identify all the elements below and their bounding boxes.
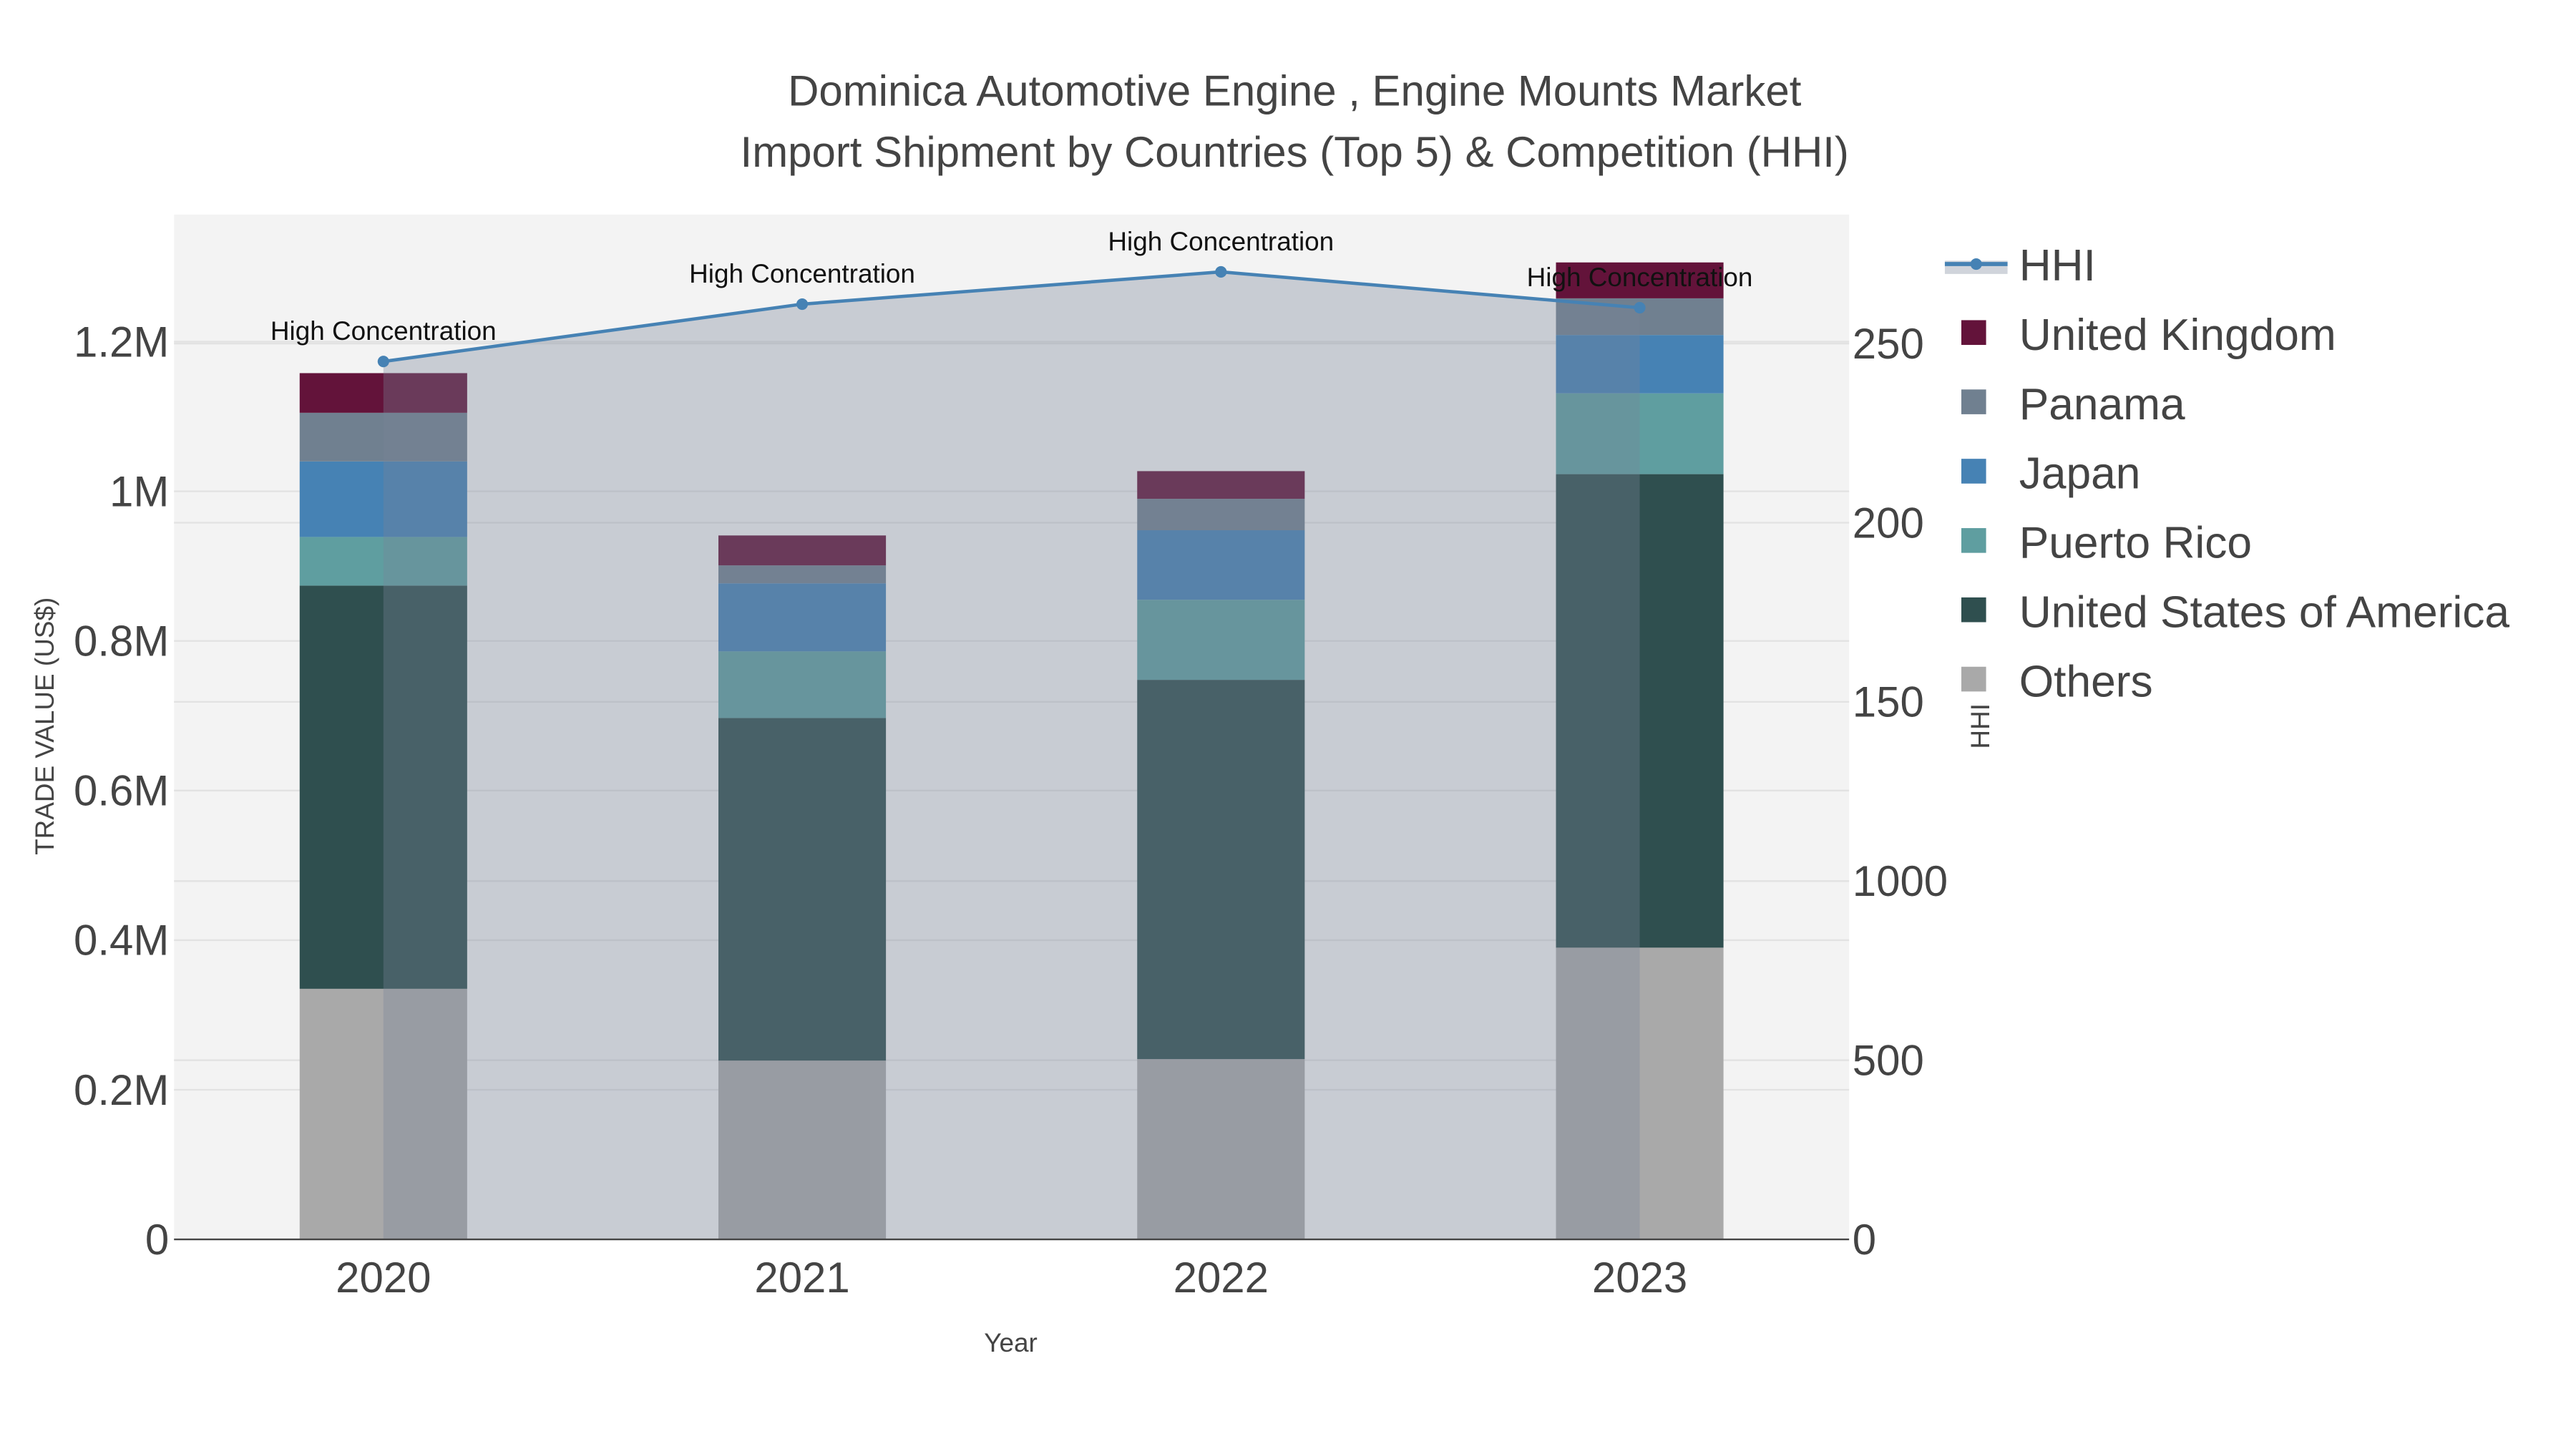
y2-tick-label: 250 (1853, 320, 1924, 368)
x-tick-label: 2022 (1174, 1254, 1269, 1302)
y2-tick-label: 150 (1853, 678, 1924, 726)
y-tick-label: 1M (109, 467, 169, 515)
hhi-point (796, 298, 809, 311)
hhi-annotation: High Concentration (1108, 227, 1334, 256)
y2-tick-label: 0 (1853, 1216, 1876, 1264)
legend-label: HHI (2019, 241, 2096, 291)
hhi-annotation: High Concentration (270, 316, 497, 346)
hhi-point (377, 356, 389, 368)
legend-label: United Kingdom (2019, 311, 2336, 360)
x-tick-label: 2021 (754, 1254, 849, 1302)
chart-subtitle: Import Shipment by Countries (Top 5) & C… (741, 128, 1849, 176)
legend-label: Others (2019, 657, 2153, 706)
y-tick-label: 0.6M (74, 767, 169, 815)
x-tick-label: 2023 (1592, 1254, 1687, 1302)
legend-label: United States of America (2019, 587, 2510, 637)
hhi-point (1215, 265, 1227, 278)
y-tick-label: 0.4M (74, 917, 169, 965)
legend-swatch (1961, 389, 1986, 414)
legend-label: Puerto Rico (2019, 519, 2252, 568)
hhi-annotation: High Concentration (689, 259, 915, 288)
legend: HHI United Kingdom Panama Japan Puerto Rico U… (1944, 241, 2510, 706)
legend-label: Japan (2019, 449, 2141, 499)
y-tick-label: 0.2M (74, 1066, 169, 1114)
y2-tick-label: 500 (1853, 1036, 1924, 1084)
legend-swatch (1961, 320, 1986, 346)
legend-swatch (1961, 459, 1986, 484)
y-tick-label: 0.8M (74, 617, 169, 665)
legend-hhi-marker (1970, 258, 1982, 270)
hhi-annotation: High Concentration (1527, 263, 1753, 292)
legend-label: Panama (2019, 380, 2185, 429)
y2-tick-label: 1000 (1853, 857, 1948, 905)
y2-axis-label: HHI (1966, 703, 1995, 749)
legend-swatch (1961, 528, 1986, 553)
y-axis-label: TRADE VALUE (US$) (30, 597, 59, 855)
chart: High Concentration High Concentration High… (30, 67, 2510, 1357)
y-tick-label: 0 (145, 1216, 169, 1264)
hhi-area-fill (383, 271, 1640, 1240)
legend-swatch (1961, 666, 1986, 692)
hhi-series: High Concentration High Concentration High… (270, 227, 1753, 1240)
x-tick-label: 2020 (336, 1254, 431, 1302)
x-axis-label: Year (984, 1328, 1038, 1357)
hhi-point (1634, 301, 1646, 314)
chart-title: Dominica Automotive Engine , Engine Moun… (788, 67, 1802, 115)
legend-swatch (1961, 597, 1986, 623)
y-tick-label: 1.2M (74, 318, 169, 366)
y2-tick-label: 200 (1853, 499, 1924, 547)
